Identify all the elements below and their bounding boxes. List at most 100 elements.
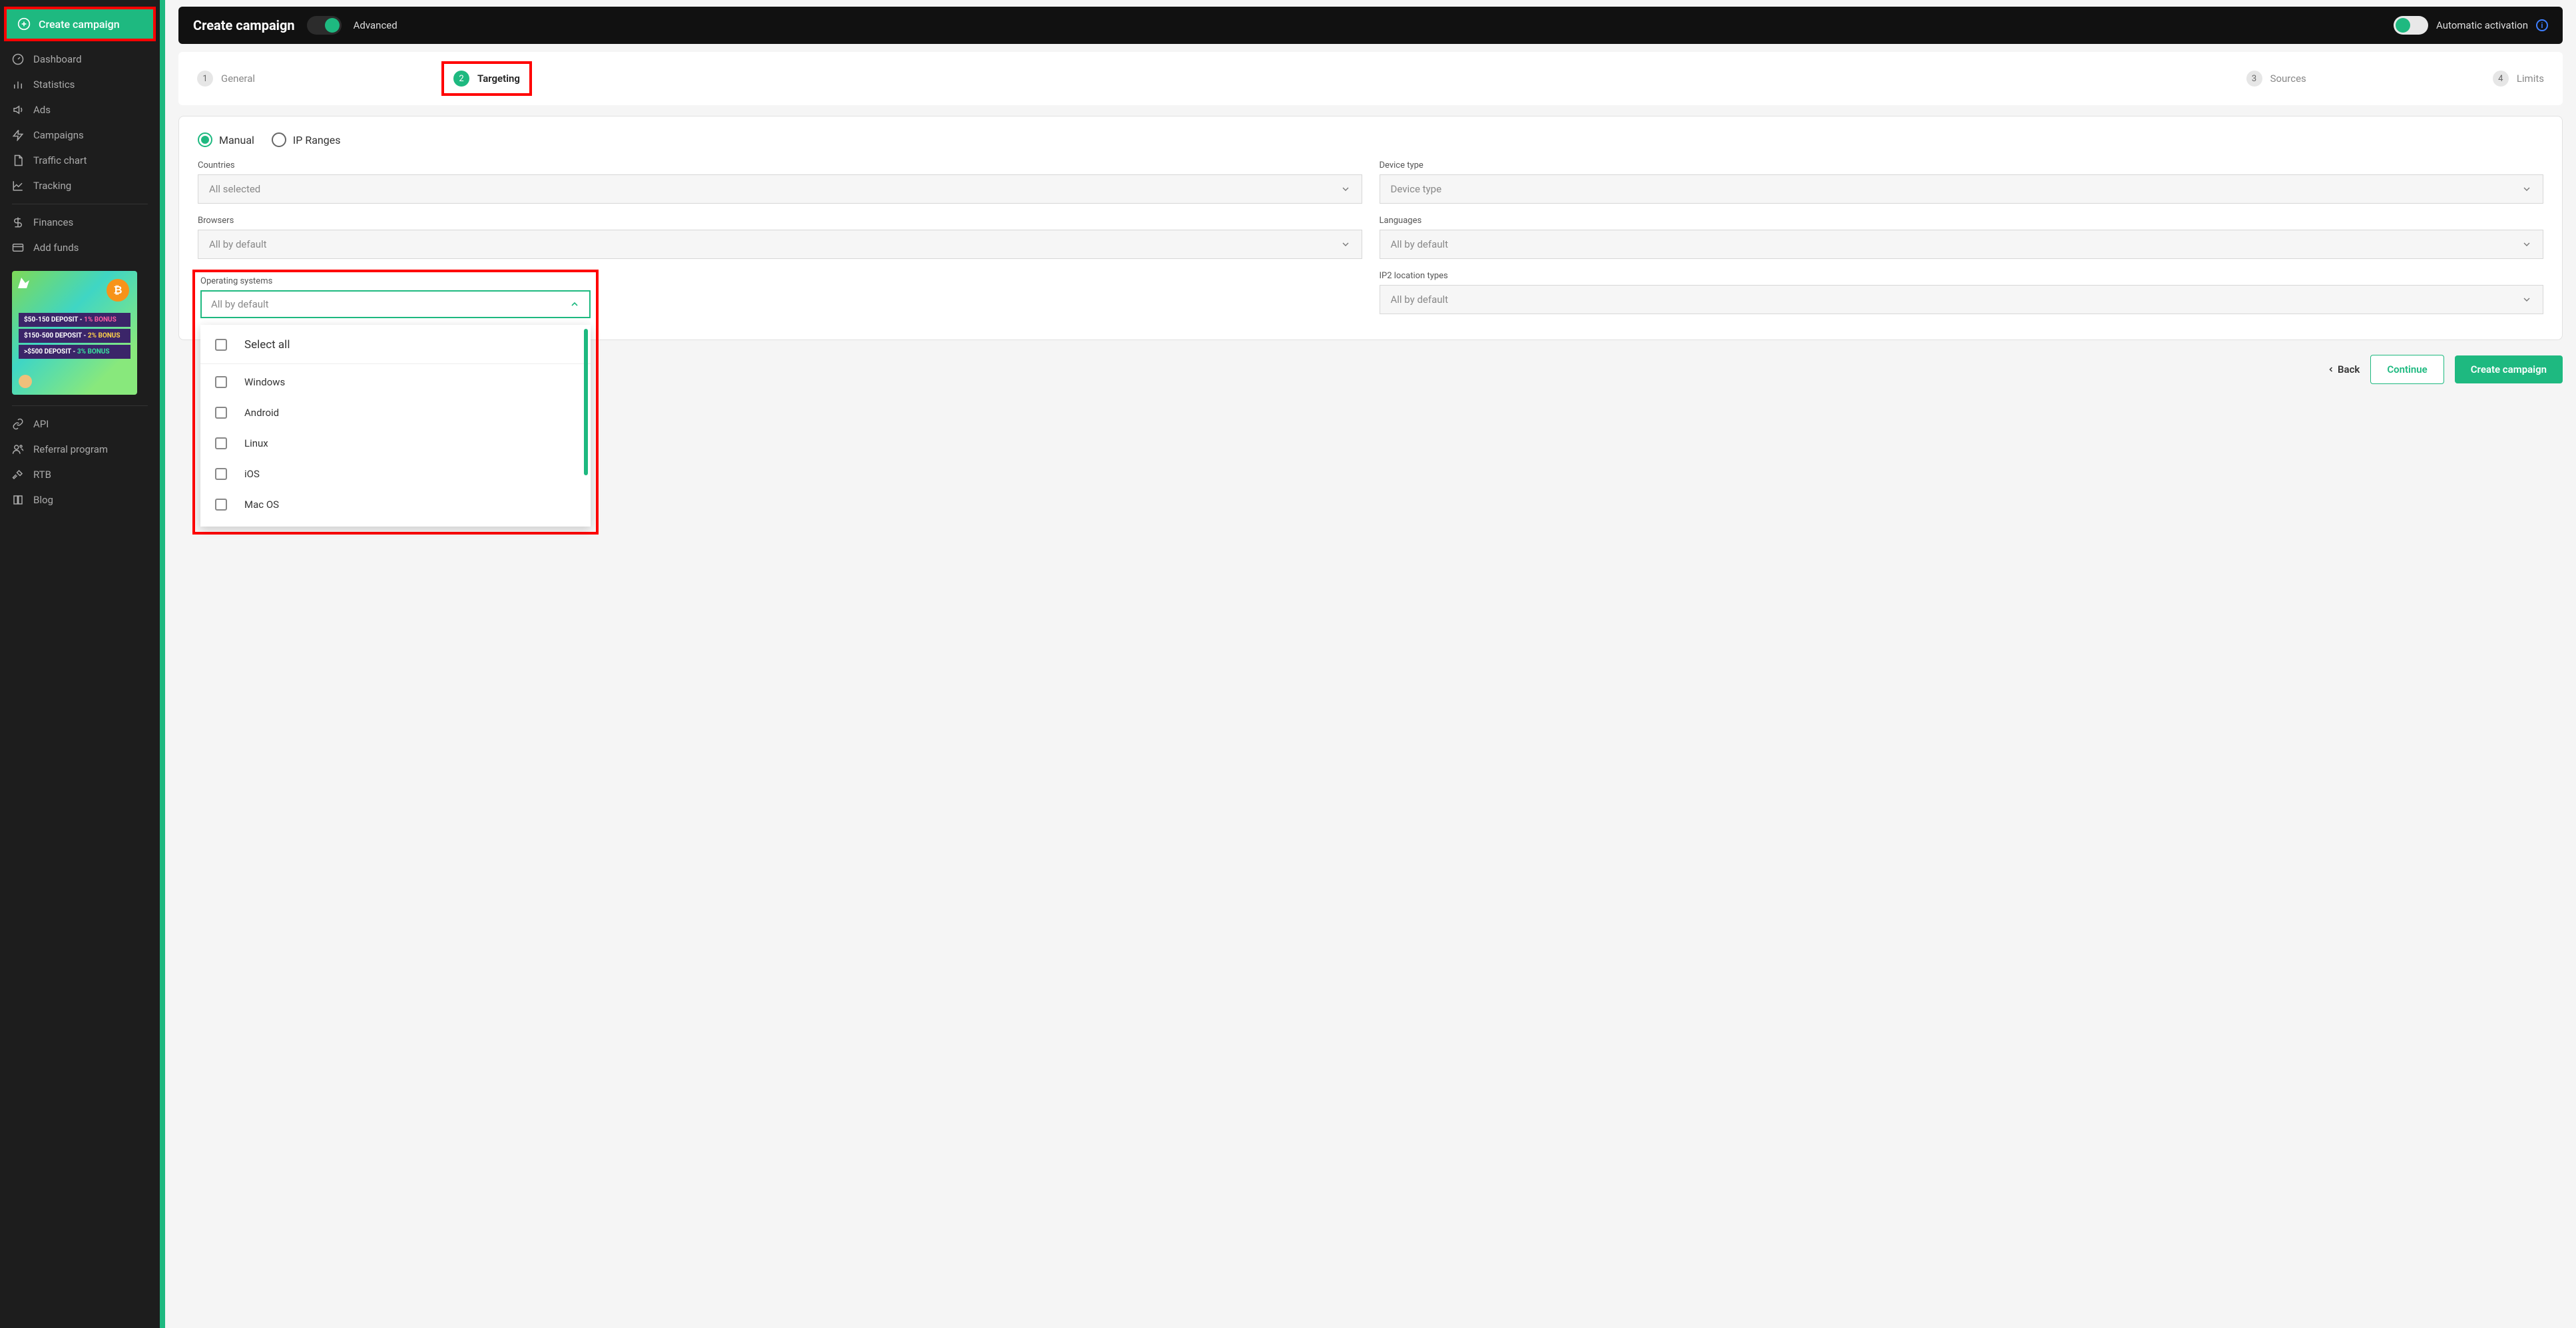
operating-systems-dropdown[interactable]: All by default <box>200 290 591 318</box>
coin-icon <box>19 375 32 388</box>
sidebar-item-campaigns[interactable]: Campaigns <box>0 122 160 148</box>
highlight-operating-systems: Operating systems All by default Select … <box>192 270 599 535</box>
step-label: Limits <box>2517 73 2544 85</box>
option-label: Linux <box>244 437 268 449</box>
chevron-down-icon <box>1340 184 1351 194</box>
auto-activation-toggle[interactable] <box>2394 16 2428 35</box>
sidebar: Create campaign Dashboard Statistics Ads… <box>0 0 160 1328</box>
book-icon <box>12 494 24 506</box>
step-number: 2 <box>453 71 469 87</box>
highlight-create-campaign: Create campaign <box>4 7 156 41</box>
sidebar-item-statistics[interactable]: Statistics <box>0 72 160 97</box>
os-option-windows[interactable]: Windows <box>200 367 591 397</box>
scrollbar[interactable] <box>584 329 588 475</box>
field-label: Browsers <box>198 216 1362 226</box>
advanced-toggle[interactable] <box>307 16 342 35</box>
bolt-icon <box>12 129 24 141</box>
sidebar-item-rtb[interactable]: RTB <box>0 462 160 487</box>
radio-label: IP Ranges <box>293 134 341 146</box>
sidebar-item-api[interactable]: API <box>0 411 160 437</box>
sidebar-item-finances[interactable]: Finances <box>0 210 160 235</box>
operating-systems-list: Select all Windows Android Linux iOS <box>200 325 591 527</box>
checkbox[interactable] <box>215 376 227 388</box>
step-limits[interactable]: 4 Limits <box>2493 71 2544 87</box>
os-option-ios[interactable]: iOS <box>200 459 591 489</box>
os-option-linux[interactable]: Linux <box>200 428 591 459</box>
device-type-dropdown[interactable]: Device type <box>1380 174 2544 204</box>
radio-manual[interactable]: Manual <box>198 132 254 147</box>
chevron-left-icon <box>2327 365 2335 373</box>
step-number: 3 <box>2246 71 2262 87</box>
option-label: iOS <box>244 468 260 480</box>
create-campaign-submit-button[interactable]: Create campaign <box>2455 355 2563 383</box>
option-label: Select all <box>244 338 290 351</box>
step-label: Targeting <box>477 73 520 85</box>
field-countries: Countries All selected <box>198 160 1362 204</box>
sidebar-item-label: Ads <box>33 104 51 116</box>
step-number: 1 <box>197 71 213 87</box>
page-title: Create campaign <box>193 17 295 33</box>
checkbox[interactable] <box>215 407 227 419</box>
step-targeting[interactable]: 2 Targeting <box>453 71 520 87</box>
bars-icon <box>12 79 24 91</box>
dropdown-value: All by default <box>1391 294 1449 306</box>
field-label: Device type <box>1380 160 2544 170</box>
step-general[interactable]: 1 General <box>197 71 255 87</box>
checkbox[interactable] <box>215 468 227 480</box>
field-languages: Languages All by default <box>1380 216 2544 259</box>
checkbox[interactable] <box>215 437 227 449</box>
os-option-macos[interactable]: Mac OS <box>200 489 591 520</box>
chevron-down-icon <box>1340 239 1351 250</box>
page-header: Create campaign Advanced Automatic activ… <box>178 7 2563 44</box>
sidebar-item-tracking[interactable]: Tracking <box>0 173 160 198</box>
field-device-type: Device type Device type <box>1380 160 2544 204</box>
sidebar-item-referral[interactable]: Referral program <box>0 437 160 462</box>
users-icon <box>12 443 24 455</box>
mode-radio-group: Manual IP Ranges <box>198 132 2543 147</box>
languages-dropdown[interactable]: All by default <box>1380 230 2544 259</box>
chart-line-icon <box>12 180 24 192</box>
gauge-icon <box>12 53 24 65</box>
create-campaign-button[interactable]: Create campaign <box>7 9 153 39</box>
bitcoin-icon: ₿ <box>107 279 129 302</box>
sidebar-item-dashboard[interactable]: Dashboard <box>0 47 160 72</box>
sidebar-item-traffic-chart[interactable]: Traffic chart <box>0 148 160 173</box>
sidebar-item-label: Campaigns <box>33 129 84 141</box>
step-label: Sources <box>2270 73 2306 85</box>
option-label: Android <box>244 407 279 419</box>
accent-strip <box>160 0 165 1328</box>
advanced-label: Advanced <box>354 19 397 31</box>
chevron-down-icon <box>2521 294 2532 305</box>
os-option-android[interactable]: Android <box>200 397 591 428</box>
info-icon[interactable]: i <box>2536 19 2548 31</box>
plus-circle-icon <box>17 17 31 31</box>
sidebar-item-blog[interactable]: Blog <box>0 487 160 513</box>
dropdown-value: All selected <box>209 183 260 195</box>
radio-ip-ranges[interactable]: IP Ranges <box>272 132 341 147</box>
highlight-targeting-step: 2 Targeting <box>441 61 532 96</box>
countries-dropdown[interactable]: All selected <box>198 174 1362 204</box>
os-option-select-all[interactable]: Select all <box>200 329 591 364</box>
field-label: Operating systems <box>200 276 591 286</box>
chevron-down-icon <box>2521 184 2532 194</box>
checkbox[interactable] <box>215 339 227 351</box>
dropdown-value: All by default <box>209 238 267 250</box>
dropdown-value: All by default <box>211 298 269 310</box>
step-number: 4 <box>2493 71 2509 87</box>
dollar-icon <box>12 216 24 228</box>
sidebar-item-label: Tracking <box>33 180 71 192</box>
create-campaign-label: Create campaign <box>39 18 120 31</box>
field-label: Countries <box>198 160 1362 170</box>
sidebar-item-ads[interactable]: Ads <box>0 97 160 122</box>
back-button[interactable]: Back <box>2327 363 2360 375</box>
sidebar-item-label: Add funds <box>33 242 79 254</box>
checkbox[interactable] <box>215 499 227 511</box>
dropdown-value: Device type <box>1391 183 1442 195</box>
promo-banner[interactable]: ₿ $50-150 DEPOSIT - 1% BONUS $150-500 DE… <box>12 271 137 395</box>
sidebar-item-add-funds[interactable]: Add funds <box>0 235 160 260</box>
ip2-location-dropdown[interactable]: All by default <box>1380 285 2544 314</box>
step-sources[interactable]: 3 Sources <box>2246 71 2306 87</box>
continue-button[interactable]: Continue <box>2370 355 2444 384</box>
browsers-dropdown[interactable]: All by default <box>198 230 1362 259</box>
sidebar-item-label: Dashboard <box>33 53 82 65</box>
